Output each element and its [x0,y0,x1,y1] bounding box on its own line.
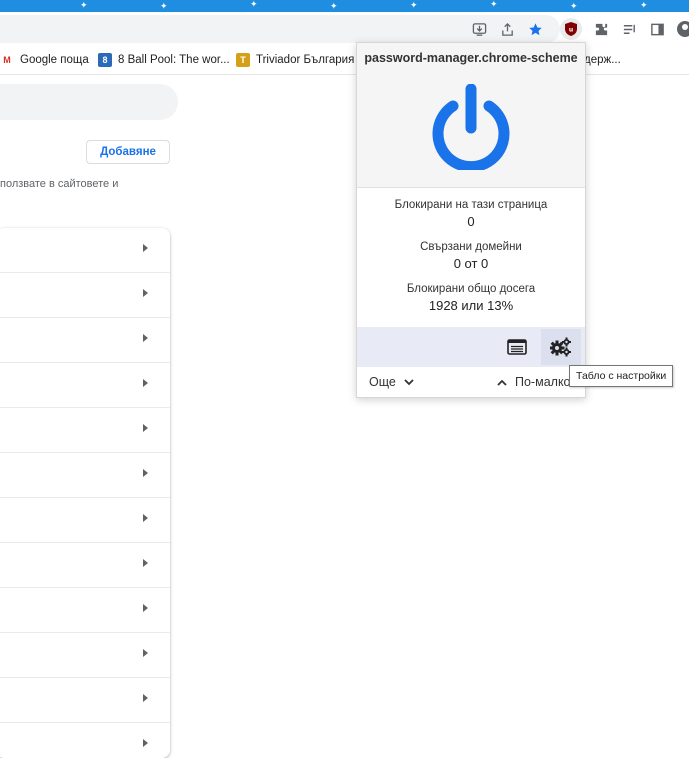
bookmark-star-icon[interactable] [524,18,546,40]
list-item[interactable] [0,723,170,758]
list-item[interactable] [0,363,170,408]
install-app-icon[interactable] [468,18,490,40]
tab-strip: ✦ ✦ ✦ ✦ ✦ ✦ ✦ ✦ [0,0,689,12]
less-label: По-малко [515,375,571,389]
bookmark-8ball-pool[interactable]: 8 8 Ball Pool: The wor... [98,52,230,68]
power-icon [432,84,510,170]
bookmark-partial[interactable]: держ... [584,52,621,68]
more-button[interactable]: Още [369,375,422,389]
snow-decoration: ✦ [570,1,578,11]
share-icon[interactable] [496,18,518,40]
power-toggle-button[interactable] [429,83,513,171]
bookmark-label: 8 Ball Pool: The wor... [118,54,230,66]
stat-value: 0 от 0 [453,256,489,271]
bookmark-label: Triviador България [256,54,355,66]
settings-search-input[interactable] [0,84,178,120]
stat-label: Свързани домейни [420,241,522,253]
snow-decoration: ✦ [330,1,338,11]
logger-button[interactable] [497,329,537,365]
bookmark-label: Google поща [20,54,89,66]
chevron-down-icon [404,375,414,389]
bookmark-label: держ... [584,54,621,66]
list-item[interactable] [0,588,170,633]
chevron-right-icon [143,469,148,477]
stat-label: Блокирани общо досега [406,283,536,295]
reading-list-icon[interactable] [618,18,640,40]
list-item[interactable] [0,678,170,723]
list-item[interactable] [0,408,170,453]
list-item[interactable] [0,633,170,678]
stat-blocked-page: Блокирани на тази страница 0 [357,199,585,229]
popup-domain: password-manager.chrome-scheme [364,51,578,65]
page-description: ползвате в сайтовете и [0,178,119,190]
browser-toolbar: u [0,12,689,46]
stat-connected-domains: Свързани домейни 0 от 0 [357,241,585,271]
ublock-popup: password-manager.chrome-scheme Блокирани… [356,42,586,398]
list-item[interactable] [0,273,170,318]
more-label: Още [369,375,396,389]
snow-decoration: ✦ [410,0,418,10]
add-button[interactable]: Добавяне [86,140,170,164]
logger-list-icon [507,339,527,355]
triviador-icon: T [236,53,250,67]
list-item[interactable] [0,498,170,543]
dashboard-settings-button[interactable] [541,329,581,365]
bookmark-triviador[interactable]: T Triviador България [236,52,354,68]
popup-header: password-manager.chrome-scheme [357,43,585,188]
snow-decoration: ✦ [250,0,258,9]
chevron-right-icon [143,244,148,252]
list-item[interactable] [0,318,170,363]
list-item[interactable] [0,453,170,498]
stat-value: 0 [467,214,475,229]
ublock-origin-icon[interactable]: u [560,18,582,40]
chevron-right-icon [143,424,148,432]
chevron-right-icon [143,559,148,567]
chevron-right-icon [143,694,148,702]
more-less-bar: Още По-малко [357,367,585,397]
popup-stats: Блокирани на тази страница 0 Свързани до… [357,188,585,313]
chevron-right-icon [143,514,148,522]
chevron-up-icon [497,375,507,389]
svg-text:u: u [569,27,573,34]
snow-decoration: ✦ [160,1,168,11]
bookmark-gmail[interactable]: M Google поща [0,52,89,68]
stat-value: 1928 или 13% [428,298,514,313]
gears-icon [550,337,571,357]
side-panel-icon[interactable] [646,18,668,40]
stat-label: Блокирани на тази страница [394,199,548,211]
tooltip: Табло с настройки [569,365,674,387]
gmail-icon: M [0,53,14,67]
chevron-right-icon [143,289,148,297]
chevron-right-icon [143,649,148,657]
list-item[interactable] [0,543,170,588]
snow-decoration: ✦ [490,0,498,9]
profile-avatar-icon[interactable] [674,18,689,40]
settings-list [0,228,170,758]
chevron-right-icon [143,604,148,612]
list-item[interactable] [0,228,170,273]
less-button[interactable]: По-малко [489,375,571,389]
chevron-right-icon [143,334,148,342]
snow-decoration: ✦ [640,0,648,10]
chevron-right-icon [143,739,148,747]
popup-tools [357,327,585,367]
chevron-right-icon [143,379,148,387]
stat-blocked-total: Блокирани общо досега 1928 или 13% [357,283,585,313]
extensions-puzzle-icon[interactable] [590,18,612,40]
snow-decoration: ✦ [80,0,88,10]
8ball-icon: 8 [98,53,112,67]
